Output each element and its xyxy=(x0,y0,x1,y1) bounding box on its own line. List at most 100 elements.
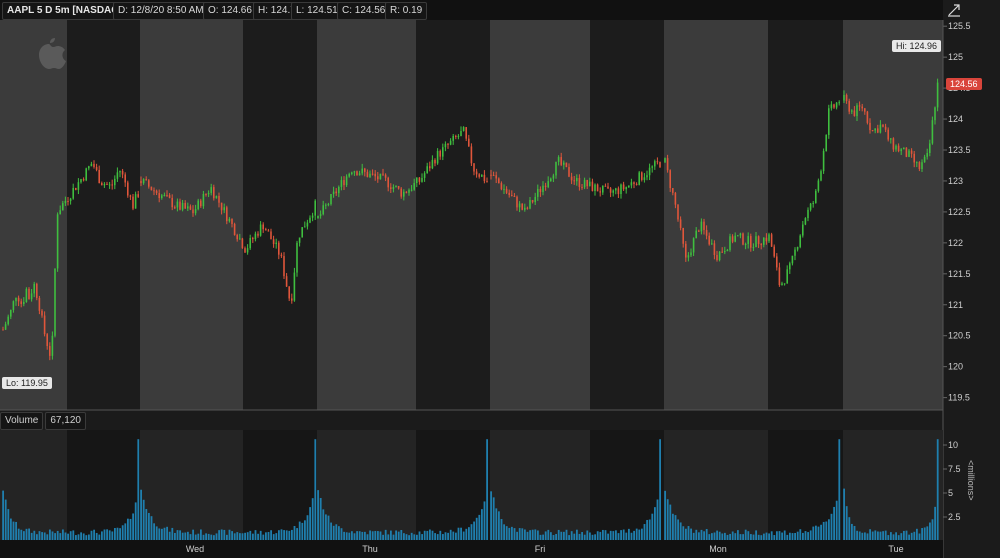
candle-body xyxy=(25,288,28,303)
volume-bar xyxy=(187,531,189,540)
volume-bar xyxy=(700,529,703,540)
candle-body xyxy=(705,229,708,236)
candle-body xyxy=(770,234,773,247)
candle-body xyxy=(752,247,755,249)
volume-bar xyxy=(812,526,815,540)
volume-bar xyxy=(776,531,778,540)
candle-body xyxy=(602,185,604,193)
candle-body xyxy=(672,188,674,193)
volume-bar xyxy=(703,531,705,540)
candle-body xyxy=(557,157,560,162)
candle-body xyxy=(59,210,61,215)
candle-body xyxy=(351,172,353,174)
volume-bar xyxy=(220,529,223,540)
candle-body xyxy=(573,180,575,182)
volume-bar xyxy=(179,530,181,540)
volume-bar xyxy=(869,529,871,540)
volume-bar xyxy=(825,521,828,540)
candle-body xyxy=(17,297,20,302)
candle-body xyxy=(64,200,67,204)
candle-body xyxy=(176,201,179,208)
candle-body xyxy=(630,182,633,186)
volume-bar xyxy=(524,529,526,540)
candle-body xyxy=(249,238,251,249)
candle-body xyxy=(596,184,599,192)
candle-body xyxy=(700,221,703,232)
candle-body xyxy=(669,170,671,189)
candle-body xyxy=(215,195,218,199)
volume-bar xyxy=(36,534,38,540)
candle-body xyxy=(718,251,721,261)
volume-bar xyxy=(7,509,10,540)
y-tick-label: 124 xyxy=(948,114,963,124)
volume-bar xyxy=(327,515,330,540)
candle-body xyxy=(262,224,264,230)
candle-body xyxy=(174,207,176,209)
volume-bar xyxy=(452,531,455,540)
volume-bar xyxy=(395,530,397,540)
volume-bar xyxy=(483,501,486,540)
price-chart[interactable]: 125.5125124.5124123.5123122.5122121.5121… xyxy=(0,0,1000,558)
candle-body xyxy=(325,204,327,206)
candle-body xyxy=(283,256,285,277)
candle-body xyxy=(856,105,858,117)
candle-body xyxy=(77,182,80,190)
volume-bar xyxy=(900,533,903,540)
volume-bar xyxy=(804,531,807,540)
y-tick-label: 121 xyxy=(948,300,963,310)
volume-bar xyxy=(884,530,887,540)
volume-bar xyxy=(599,531,602,540)
candle-body xyxy=(421,177,423,182)
candle-body xyxy=(903,147,905,150)
volume-bar xyxy=(293,526,296,540)
volume-bar xyxy=(418,531,421,540)
candle-body xyxy=(617,188,620,195)
volume-bar xyxy=(421,534,423,540)
volume-bar xyxy=(103,529,106,540)
candle-body xyxy=(298,237,301,243)
volume-bar xyxy=(726,534,729,540)
candle-body xyxy=(843,94,845,101)
volume-bar xyxy=(809,530,812,540)
candle-body xyxy=(620,184,622,195)
candle-body xyxy=(866,111,869,123)
time-axis: Wed Thu Fri Mon Tue xyxy=(0,540,943,558)
candle-body xyxy=(687,255,690,258)
candle-body xyxy=(511,195,513,197)
volume-bar xyxy=(400,530,403,540)
volume-bar xyxy=(531,529,534,540)
volume-bar xyxy=(557,529,560,540)
candle-body xyxy=(90,163,93,167)
volume-bar xyxy=(845,506,848,540)
candle-body xyxy=(692,238,695,253)
volume-bar xyxy=(405,534,408,540)
volume-bar xyxy=(874,530,877,540)
volume-bar xyxy=(239,533,241,540)
candle-body xyxy=(882,124,884,127)
volume-bar xyxy=(317,490,319,540)
candle-body xyxy=(851,110,853,112)
session-band xyxy=(768,20,843,410)
volume-bar xyxy=(413,534,416,540)
volume-bar xyxy=(4,499,7,540)
candle-body xyxy=(275,242,277,245)
candle-body xyxy=(713,243,716,255)
volume-bar xyxy=(921,528,923,540)
volume-bar xyxy=(470,524,473,540)
volume-bar xyxy=(351,531,353,540)
volume-bar xyxy=(544,531,547,540)
candle-body xyxy=(542,185,544,193)
candle-body xyxy=(858,105,861,107)
candle-body xyxy=(591,181,594,191)
candle-body xyxy=(49,346,51,356)
candle-body xyxy=(88,166,90,169)
candle-body xyxy=(804,218,807,225)
volume-bar xyxy=(913,531,916,540)
volume-bar xyxy=(95,532,98,540)
candle-body xyxy=(490,174,492,176)
candle-body xyxy=(145,179,147,181)
volume-label[interactable]: Volume xyxy=(0,412,44,430)
candle-body xyxy=(529,200,531,209)
volume-bar xyxy=(132,513,134,540)
volume-bar xyxy=(429,529,431,540)
